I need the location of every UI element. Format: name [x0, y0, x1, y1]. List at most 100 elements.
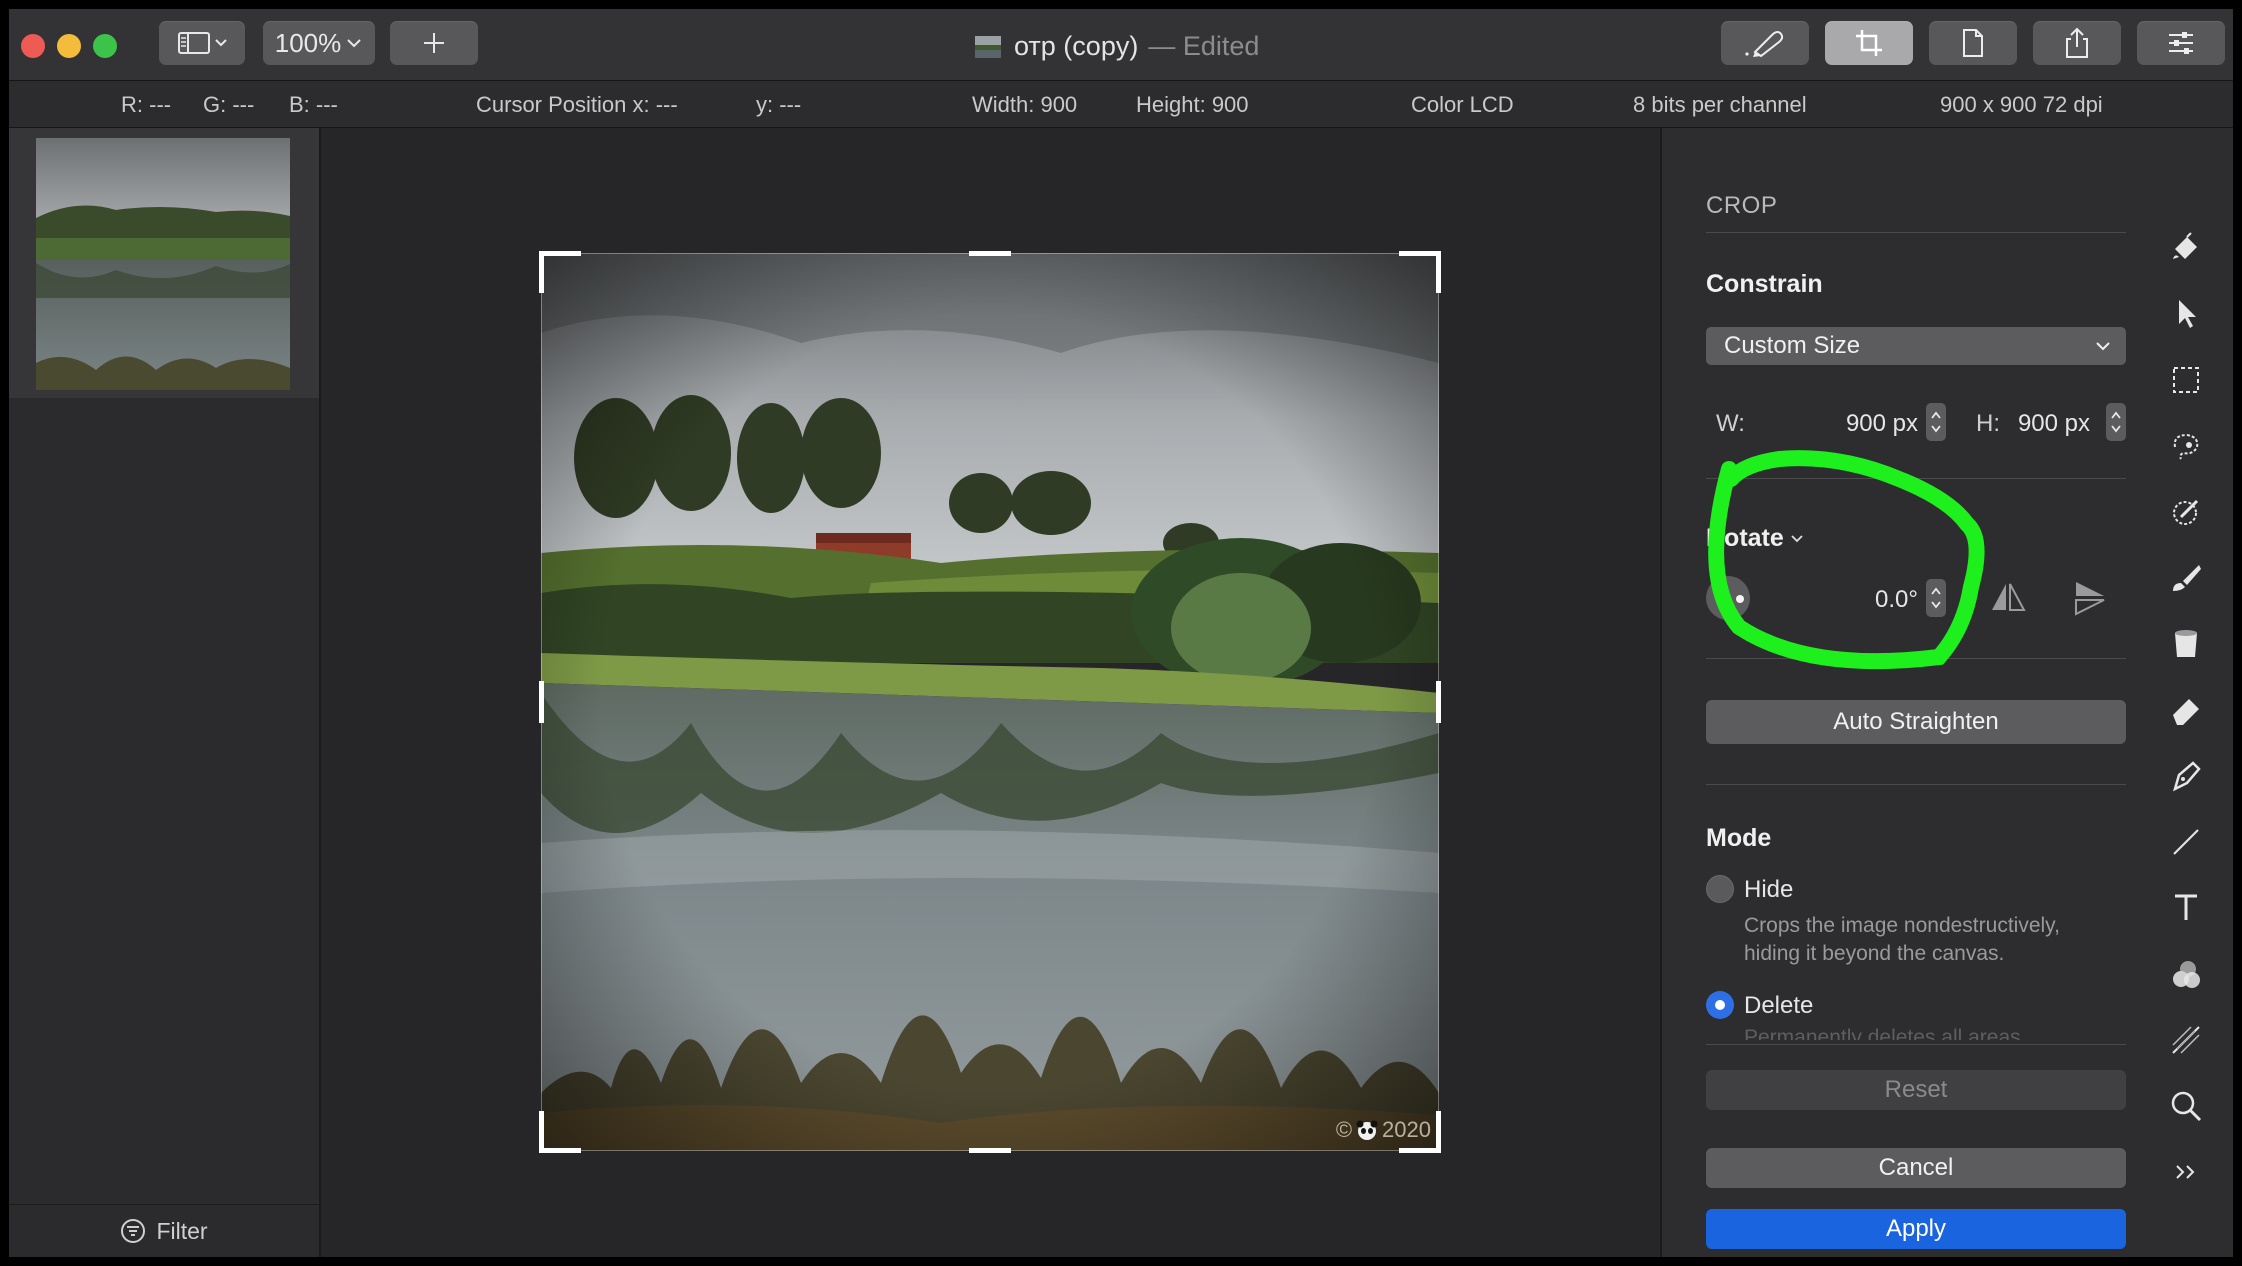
add-button[interactable] — [390, 21, 478, 65]
eraser-tool[interactable] — [2164, 688, 2208, 732]
crop-handle-right[interactable] — [1436, 681, 1441, 723]
crop-handle-top-left[interactable] — [539, 251, 581, 256]
chevron-down-icon — [1791, 534, 1803, 542]
shapes-icon — [2173, 961, 2200, 988]
apply-button[interactable]: Apply — [1706, 1209, 2126, 1249]
crop-handle-top-right[interactable] — [1399, 251, 1441, 256]
divider — [1706, 1044, 2126, 1045]
magic-wand-icon — [2173, 499, 2199, 525]
constrain-select[interactable]: Custom Size — [1706, 327, 2126, 365]
chevron-down-icon — [347, 39, 361, 48]
resolution-readout: 900 x 900 72 dpi — [1940, 92, 2103, 117]
brush-tool[interactable] — [2164, 556, 2208, 600]
crop-frame — [541, 253, 1439, 1151]
retouch-icon — [2172, 1026, 2200, 1054]
info-bar: R: --- G: --- B: --- Cursor Position x: … — [9, 81, 2233, 128]
paint-bucket-tool[interactable] — [2164, 226, 2208, 270]
reset-button[interactable]: Reset — [1706, 1070, 2126, 1110]
tools-strip — [2142, 128, 2233, 1257]
minimize-button[interactable] — [57, 34, 81, 58]
auto-straighten-button[interactable]: Auto Straighten — [1706, 700, 2126, 744]
edited-status: — Edited — [1148, 31, 1260, 61]
width-readout: Width: 900 — [972, 92, 1078, 117]
lasso-tool[interactable] — [2164, 424, 2208, 468]
mode-hide-description-line: hiding it beyond the canvas. — [1744, 942, 2005, 965]
brush-icon — [2173, 565, 2201, 591]
rotate-heading[interactable]: Rotate — [1706, 524, 1804, 553]
width-label: W: — [1716, 410, 1745, 437]
adjustments-button[interactable] — [2137, 21, 2225, 65]
filter-label: Filter — [156, 1217, 208, 1244]
zoom-dropdown[interactable]: 100% — [263, 21, 375, 65]
maximize-button[interactable] — [93, 34, 117, 58]
divider — [1706, 232, 2126, 233]
close-button[interactable] — [21, 34, 45, 58]
flip-vertical-button[interactable] — [2070, 578, 2110, 623]
color-profile-readout: Color LCD — [1411, 92, 1514, 117]
width-field[interactable]: 900 px — [1792, 410, 1918, 438]
crop-handle-top-left-v[interactable] — [539, 251, 544, 293]
arrow-icon — [2179, 300, 2196, 328]
document-button[interactable] — [1929, 21, 2017, 65]
bucket-icon — [2175, 630, 2197, 657]
lasso-icon — [2173, 433, 2199, 460]
mode-delete-description-clip: Permanently deletes all areas — [1744, 1024, 2021, 1040]
crop-handle-left[interactable] — [539, 681, 544, 723]
crop-icon — [1856, 30, 1882, 56]
flip-horizontal-button[interactable] — [1988, 578, 2028, 623]
crop-handle-bottom-left[interactable] — [539, 1148, 581, 1153]
red-readout: R: --- — [121, 92, 172, 117]
crop-handle-bottom-left-v[interactable] — [539, 1111, 544, 1153]
crop-handle-top[interactable] — [969, 251, 1011, 256]
retouch-tool[interactable] — [2164, 1018, 2208, 1062]
rectangular-selection-tool[interactable] — [2164, 358, 2208, 402]
fill-tool[interactable] — [2164, 622, 2208, 666]
height-field[interactable]: 900 px — [1962, 410, 2090, 438]
rotation-field[interactable]: 0.0° — [1792, 586, 1918, 614]
more-tools-button[interactable] — [2164, 1150, 2208, 1194]
layer-item[interactable] — [9, 128, 319, 398]
arrange-tool[interactable] — [2164, 292, 2208, 336]
markup-icon — [1745, 31, 1784, 58]
marquee-icon — [2173, 367, 2199, 393]
more-icon — [2176, 1165, 2195, 1179]
markup-button[interactable] — [1721, 21, 1809, 65]
constrain-heading: Constrain — [1706, 270, 1823, 298]
document-icon — [1963, 29, 1983, 57]
height-stepper[interactable] — [2106, 403, 2126, 441]
zoom-icon — [2171, 1091, 2202, 1122]
sidebar-toggle-button[interactable] — [159, 21, 245, 65]
filter-icon — [121, 1219, 146, 1243]
pen-tool[interactable] — [2164, 754, 2208, 798]
mode-delete-description: Permanently deletes all areas — [1744, 1026, 2021, 1040]
cancel-button[interactable]: Cancel — [1706, 1148, 2126, 1188]
mode-delete-radio[interactable] — [1706, 991, 1734, 1019]
crop-handle-bottom-right[interactable] — [1399, 1148, 1441, 1153]
crop-handle-top-right-v[interactable] — [1436, 251, 1441, 293]
share-button[interactable] — [2033, 21, 2121, 65]
rotation-dial[interactable] — [1706, 576, 1750, 620]
blue-readout: B: --- — [289, 92, 338, 117]
crop-panel: CROP Constrain Custom Size W: 900 px H: … — [1660, 128, 2142, 1257]
rotate-label: Rotate — [1706, 524, 1784, 552]
window-title: отр (copy) — Edited — [974, 31, 1259, 62]
image-canvas[interactable]: © 2020 — [321, 128, 1659, 1257]
crop-handle-bottom[interactable] — [969, 1148, 1011, 1153]
magic-wand-tool[interactable] — [2164, 490, 2208, 534]
filter-button[interactable]: Filter — [9, 1204, 319, 1257]
mode-delete-label[interactable]: Delete — [1744, 992, 1813, 1020]
zoom-tool[interactable] — [2164, 1084, 2208, 1128]
divider — [1706, 784, 2126, 785]
text-tool[interactable] — [2164, 886, 2208, 930]
rotation-stepper[interactable] — [1926, 579, 1946, 617]
line-tool[interactable] — [2164, 820, 2208, 864]
mode-hide-radio[interactable] — [1706, 875, 1734, 903]
shapes-tool[interactable] — [2164, 952, 2208, 996]
crop-tool-button[interactable] — [1825, 21, 1913, 65]
mode-hide-label[interactable]: Hide — [1744, 876, 1793, 904]
crop-handle-bottom-right-v[interactable] — [1436, 1111, 1441, 1153]
divider — [1706, 658, 2126, 659]
green-readout: G: --- — [203, 92, 255, 117]
document-thumbnail-icon — [975, 35, 1001, 58]
text-icon — [2175, 894, 2197, 920]
